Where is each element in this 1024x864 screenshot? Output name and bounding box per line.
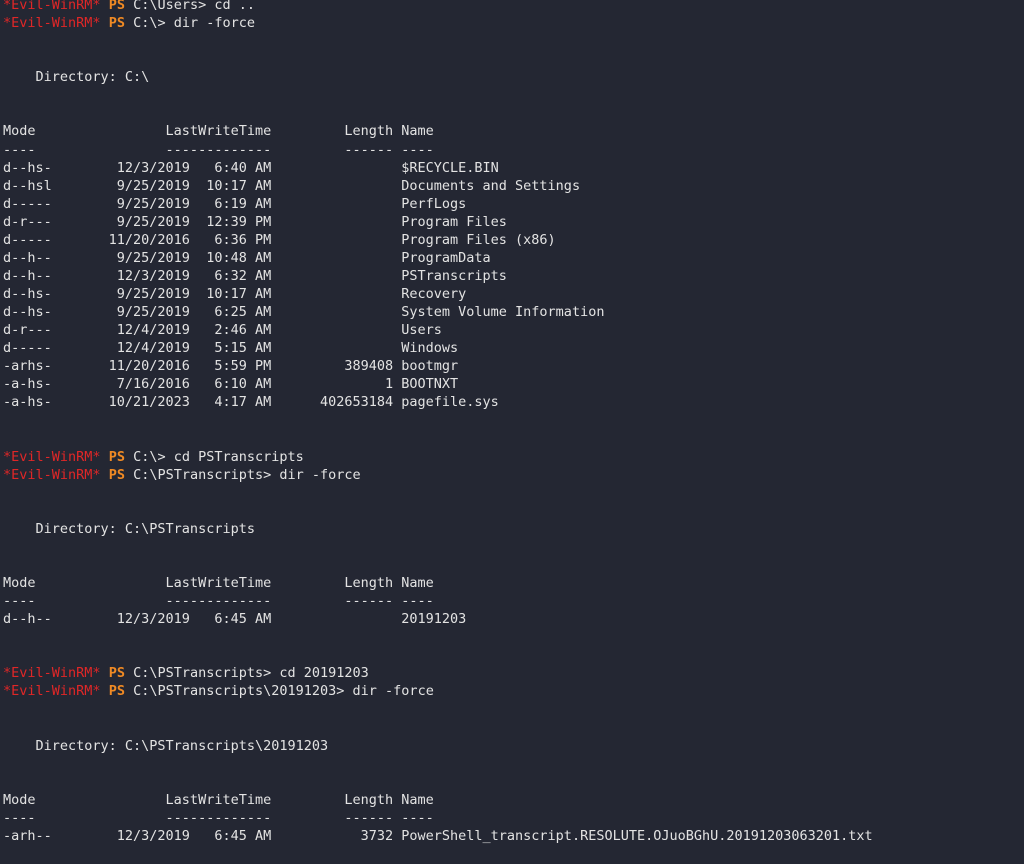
prompt-ps: PS [108,466,125,483]
command-text: C:\PSTranscripts\20191203> dir -force [133,683,434,700]
prompt-name: *Evil-WinRM* [3,448,101,465]
prompt-line: *Evil-WinRM* PS C:\> cd PSTranscripts [3,448,873,466]
prompt-name: *Evil-WinRM* [3,0,101,13]
output-line: Directory: C:\ [3,69,150,86]
prompt-name: *Evil-WinRM* [3,665,101,682]
command-text: C:\> dir -force [133,15,256,32]
prompt-name: *Evil-WinRM* [3,683,101,700]
terminal-output: *Evil-WinRM* PS C:\Users> cd .. *Evil-Win… [3,0,873,845]
prompt-ps: PS [108,0,125,13]
prompt-ps: PS [108,448,125,465]
output-line: d-r--- 12/4/2019 2:46 AM Users [3,322,442,339]
output-line: -a-hs- 7/16/2016 6:10 AM 1 BOOTNXT [3,376,459,393]
output-line: d--hs- 9/25/2019 6:25 AM System Volume I… [3,304,605,321]
output-line: Directory: C:\PSTranscripts [3,520,255,537]
prompt-name: *Evil-WinRM* [3,15,101,32]
prompt-line: *Evil-WinRM* PS C:\PSTranscripts> dir -f… [3,466,873,484]
prompt-ps: PS [108,15,125,32]
prompt-ps: PS [108,683,125,700]
output-line: d-r--- 9/25/2019 12:39 PM Program Files [3,213,507,230]
prompt-line: *Evil-WinRM* PS C:\PSTranscripts> cd 201… [3,664,873,682]
prompt-line: *Evil-WinRM* PS C:\Users> cd .. [3,0,873,14]
output-line: d--h-- 9/25/2019 10:48 AM ProgramData [3,249,491,266]
output-line: d--hs- 12/3/2019 6:40 AM $RECYCLE.BIN [3,159,499,176]
prompt-name: *Evil-WinRM* [3,466,101,483]
prompt-line: *Evil-WinRM* PS C:\PSTranscripts\2019120… [3,682,873,700]
output-line: ---- ------------- ------ ---- [3,141,434,158]
output-line: d----- 11/20/2016 6:36 PM Program Files … [3,231,556,248]
output-line: ---- ------------- ------ ---- [3,593,434,610]
output-line: Mode LastWriteTime Length Name [3,791,434,808]
command-text: C:\> cd PSTranscripts [133,448,304,465]
command-text: C:\PSTranscripts> dir -force [133,466,361,483]
output-line: Mode LastWriteTime Length Name [3,575,434,591]
output-line: -arhs- 11/20/2016 5:59 PM 389408 bootmgr [3,358,459,375]
output-line: -arh-- 12/3/2019 6:45 AM 3732 PowerShell… [3,827,873,844]
command-text: C:\PSTranscripts> cd 20191203 [133,665,369,682]
output-line: d--h-- 12/3/2019 6:45 AM 20191203 [3,611,467,628]
terminal-window[interactable]: *Evil-WinRM* PS C:\Users> cd .. *Evil-Win… [0,0,1024,864]
output-line: ---- ------------- ------ ---- [3,809,434,826]
output-line: Mode LastWriteTime Length Name [3,123,434,140]
command-text: C:\Users> cd .. [133,0,256,13]
output-line: d----- 12/4/2019 5:15 AM Windows [3,340,459,357]
output-line: -a-hs- 10/21/2023 4:17 AM 402653184 page… [3,394,499,411]
prompt-line: *Evil-WinRM* PS C:\> dir -force [3,14,873,32]
output-line: d----- 9/25/2019 6:19 AM PerfLogs [3,195,467,212]
output-line: d--hs- 9/25/2019 10:17 AM Recovery [3,286,467,302]
prompt-ps: PS [108,665,125,682]
output-line: Directory: C:\PSTranscripts\20191203 [3,737,329,754]
output-line: d--h-- 12/3/2019 6:32 AM PSTranscripts [3,267,507,284]
output-line: d--hsl 9/25/2019 10:17 AM Documents and … [3,177,581,194]
